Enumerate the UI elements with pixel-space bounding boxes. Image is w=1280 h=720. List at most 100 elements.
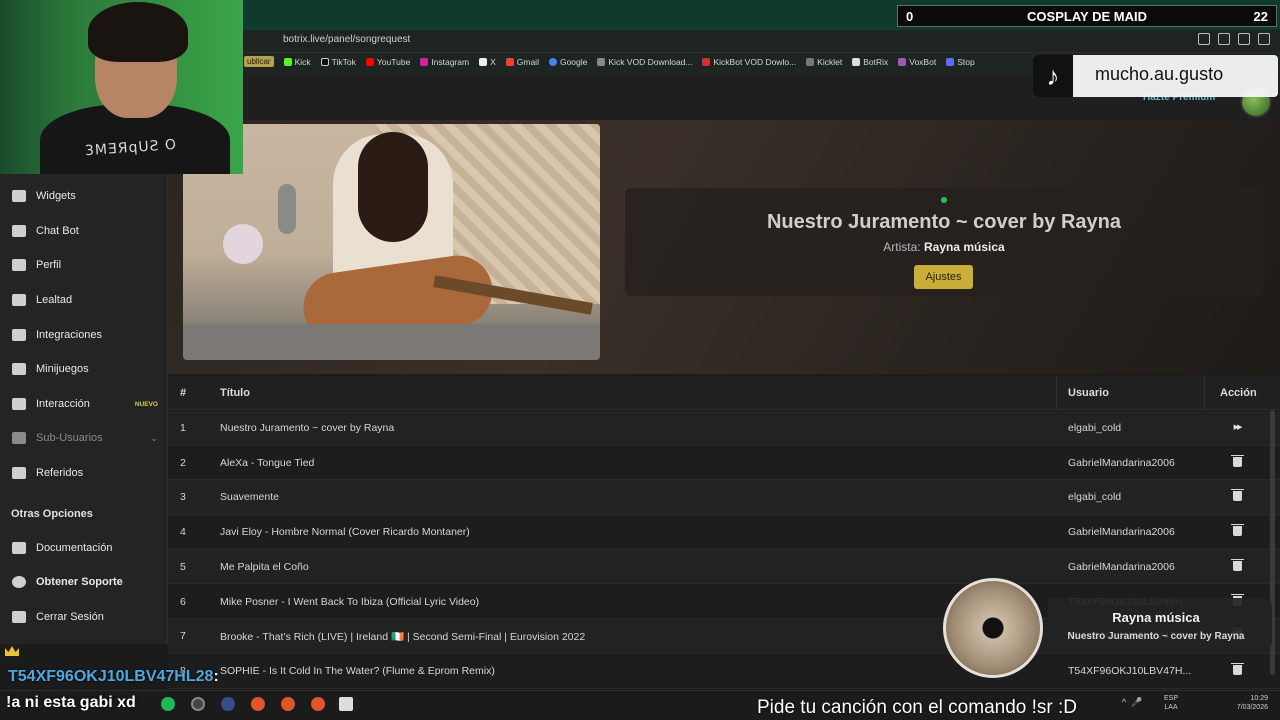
bookmark-kick[interactable]: Kick <box>283 56 311 67</box>
trash-icon[interactable] <box>1230 558 1244 573</box>
sidebar-item-cerrar-sesion[interactable]: Cerrar Sesión <box>0 602 168 632</box>
table-header: # Título Usuario Acción <box>168 376 1280 410</box>
video-microphone <box>278 184 296 234</box>
header-number: # <box>180 387 187 399</box>
app-icon[interactable] <box>221 697 235 711</box>
sidebar-item-minijuegos[interactable]: Minijuegos <box>0 354 168 384</box>
kick-vod-icon <box>597 57 606 66</box>
row-user: GabrielMandarina2006 <box>1068 526 1175 539</box>
header-divider <box>1056 376 1057 410</box>
trash-icon[interactable] <box>1230 454 1244 469</box>
clock[interactable]: 10:29 7/03/2026 <box>1228 694 1268 712</box>
sidebar-item-perfil[interactable]: Perfil <box>0 250 168 280</box>
kick-icon <box>283 57 292 66</box>
robot-icon <box>12 225 26 237</box>
screen: botrix.live/panel/songrequest ublicar Ki… <box>0 0 1280 720</box>
obs-icon[interactable] <box>191 697 205 711</box>
webcam-overlay: 3MƎЯqUƧ O <box>0 0 243 174</box>
now-playing-song: Nuestro Juramento ~ cover by Rayna <box>1067 631 1245 642</box>
system-tray-icons[interactable]: ^ 🎤 <box>1122 697 1142 708</box>
bookmark-kickbot-vod[interactable]: KickBot VOD Dowlo... <box>702 56 796 67</box>
row-title: Me Palpita el Coño <box>220 560 309 573</box>
current-artist: Artista: Rayna música <box>883 240 1005 254</box>
row-number: 3 <box>180 491 186 504</box>
bookmark-kick-vod[interactable]: Kick VOD Download... <box>597 56 692 67</box>
row-title: AleXa - Tongue Tied <box>220 456 315 469</box>
video-singer-hair <box>358 132 428 242</box>
brave-icon[interactable] <box>251 697 265 711</box>
row-number: 1 <box>180 422 186 434</box>
row-title: Brooke - That’s Rich (LIVE) | Ireland 🇮🇪… <box>220 631 586 644</box>
users-icon <box>12 432 26 444</box>
bookmark-tiktok[interactable]: TikTok <box>320 56 356 67</box>
youtube-icon <box>365 57 374 66</box>
sidebar-item-lealtad[interactable]: Lealtad <box>0 285 168 315</box>
menu-icon[interactable] <box>1258 33 1270 45</box>
sidebar-item-integraciones[interactable]: Integraciones <box>0 320 168 350</box>
extensions-icon[interactable] <box>1198 33 1210 45</box>
sidebar-item-interaccion[interactable]: Interacción NUEVO <box>0 389 168 419</box>
music-note-icon <box>12 398 26 410</box>
settings-button[interactable]: Ajustes <box>914 265 973 289</box>
brave-icon[interactable] <box>311 697 325 711</box>
bookmark-youtube[interactable]: YouTube <box>365 56 410 67</box>
puzzle-icon <box>12 329 26 341</box>
header-divider <box>1204 376 1205 410</box>
help-icon <box>12 576 26 588</box>
address-bar[interactable]: botrix.live/panel/songrequest <box>283 34 410 45</box>
logout-icon <box>12 611 26 623</box>
widgets-icon <box>12 190 26 202</box>
gamepad-icon <box>12 363 26 375</box>
bookmark-google[interactable]: Google <box>548 56 587 67</box>
tiktok-icon <box>320 57 329 66</box>
sidebar-item-soporte[interactable]: Obtener Soporte <box>0 567 168 597</box>
goal-target: 22 <box>1253 8 1268 24</box>
new-badge: NUEVO <box>134 400 158 408</box>
trash-icon[interactable] <box>1230 662 1244 677</box>
browser-toolbar-icons <box>1198 33 1270 45</box>
wallet-icon[interactable] <box>1238 33 1250 45</box>
sidebar-item-chat-bot[interactable]: Chat Bot <box>0 216 168 246</box>
chevron-down-icon: ⌄ <box>150 432 158 443</box>
row-title: Suavemente <box>220 491 279 504</box>
row-user: GabrielMandarina2006 <box>1068 560 1175 573</box>
bookmark-stop[interactable]: Stop <box>946 56 975 67</box>
bookmarks-list: ublicar Kick TikTok YouTube Instagram X … <box>244 56 975 67</box>
bookmark-botrix[interactable]: BotRix <box>852 56 888 67</box>
voxbot-icon <box>898 57 907 66</box>
tiktok-username: mucho.au.gusto <box>1095 64 1224 84</box>
now-playing-disc <box>943 578 1043 678</box>
sidebar-item-documentacion[interactable]: Documentación <box>0 533 168 563</box>
row-number: 4 <box>180 526 186 539</box>
bookmark-publicar[interactable]: ublicar <box>244 56 274 67</box>
current-song-title: Nuestro Juramento ~ cover by Rayna <box>766 211 1121 233</box>
live-status-dot <box>941 197 947 203</box>
bookmark-instagram[interactable]: Instagram <box>420 56 469 67</box>
chat-message: !a ni esta gabi xd <box>6 694 136 711</box>
language-indicator[interactable]: ESP LAA <box>1164 694 1178 712</box>
sidebar-item-sub-usuarios[interactable]: Sub-Usuarios ⌄ <box>0 423 168 453</box>
file-icon[interactable] <box>339 697 353 711</box>
sidebar-item-widgets[interactable]: Widgets <box>0 181 168 211</box>
skip-forward-icon[interactable]: ▶▶ <box>1230 420 1244 434</box>
brave-icon[interactable] <box>281 697 295 711</box>
row-user: elgabi_cold <box>1068 422 1122 434</box>
trash-icon[interactable] <box>1230 489 1244 503</box>
trash-icon[interactable] <box>1230 524 1244 538</box>
sidebar-icon[interactable] <box>1218 33 1230 45</box>
table-row: 1 Nuestro Juramento ~ cover by Rayna elgab… <box>168 411 1280 446</box>
spotify-icon[interactable] <box>161 697 175 711</box>
video-flowers <box>223 224 263 264</box>
table-row: 4 Javi Eloy - Hombre Normal (Cover Ricard… <box>168 515 1280 550</box>
video-player[interactable] <box>183 124 600 360</box>
gmail-icon <box>505 57 514 66</box>
trophy-icon <box>12 294 26 306</box>
now-playing-artist: Rayna música <box>1112 610 1200 625</box>
table-row: 5 Me Palpita el Coño GabrielMandarina2006 <box>168 549 1280 585</box>
kicklet-icon <box>806 57 815 66</box>
bookmark-x[interactable]: X <box>479 56 496 67</box>
bookmark-voxbot[interactable]: VoxBot <box>898 56 936 67</box>
bookmark-kicklet[interactable]: Kicklet <box>806 56 842 67</box>
bookmark-gmail[interactable]: Gmail <box>505 56 539 67</box>
sidebar-item-referidos[interactable]: Referidos <box>0 458 168 488</box>
